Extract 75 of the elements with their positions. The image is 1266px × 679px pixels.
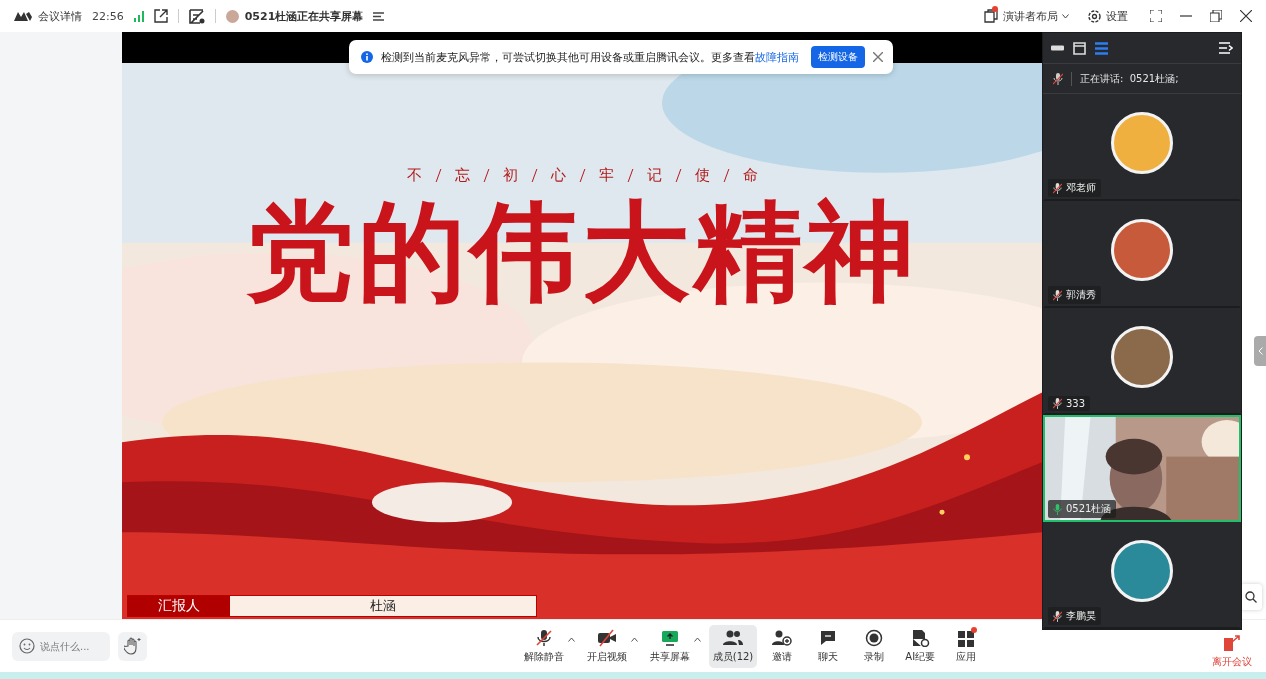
slogan-char: 忘 [454,166,470,185]
record-icon [864,628,885,647]
fullscreen-icon[interactable] [1150,10,1162,22]
chat-button[interactable]: 聊天 [807,624,850,668]
participant-name: 郭清秀 [1066,288,1096,302]
participant-tile[interactable]: 邓老师 [1043,94,1241,201]
slogan-char: 命 [742,166,758,185]
invite-icon [772,628,793,647]
troubleshoot-link[interactable]: 故障指南 [755,50,799,64]
speaking-text: 正在讲话: 0521杜涵; [1080,71,1179,86]
participant-tile[interactable]: 0521杜涵 [1043,415,1241,522]
mic-button[interactable]: 解除静音 [519,624,568,668]
collapse-icon[interactable] [1219,42,1233,54]
caret-icon[interactable] [693,636,701,642]
chat-input[interactable]: 说点什么... [12,631,110,661]
participant-name: 333 [1066,398,1086,409]
meeting-info-link[interactable]: 会议详情 [38,8,82,24]
participant-tile[interactable]: 333 [1043,308,1241,415]
slogan-char: 使 [694,166,710,185]
detect-device-button[interactable]: 检测设备 [811,46,865,68]
share-icon [659,628,680,647]
members-icon [723,628,743,647]
time-text: 22:56 [92,9,124,23]
close-icon[interactable] [1240,10,1252,22]
slogan-char: 牢 [598,166,614,185]
notes-button[interactable]: AI纪要 [899,624,942,668]
settings-button[interactable]: 设置 [1083,8,1132,24]
info-icon [361,51,373,63]
slogan-char: 不 [406,166,422,185]
caret-icon[interactable] [630,636,638,642]
invite-button[interactable]: 邀请 [761,624,804,668]
layout-icon [983,8,999,24]
apps-button[interactable]: 应用 [945,624,988,668]
window-view-icon[interactable] [1073,41,1086,55]
video-button[interactable]: 开启视频 [582,624,631,668]
list-view-icon[interactable] [1095,41,1108,55]
notes-icon [910,628,931,647]
presenter-label: 汇报人 [128,596,230,616]
layout-off-icon[interactable] [188,8,205,24]
logo-icon [14,11,32,21]
share-out-icon[interactable] [153,9,168,23]
menu-icon[interactable] [373,11,385,21]
emoji-icon [19,637,35,654]
share-button[interactable]: 共享屏幕 [645,624,694,668]
slogan-char: 记 [646,166,662,185]
participant-tile[interactable]: 李鹏昊 [1043,522,1241,629]
presenter-name: 杜涵 [230,596,536,616]
video-icon [596,628,617,647]
apps-icon [956,628,977,647]
muted-mic-icon [1053,72,1063,85]
caret-icon[interactable] [567,636,575,642]
record-button[interactable]: 录制 [853,624,896,668]
slide-title: 党的伟大精神 [246,187,918,316]
slogan-char: 心 [550,166,566,185]
slogan-char: 初 [502,166,518,185]
zoom-button[interactable] [1240,584,1262,610]
raise-hand-button[interactable] [118,631,147,661]
signal-icon [133,10,144,22]
layout-button[interactable]: 演讲者布局 [979,8,1073,24]
zoom-icon [1245,591,1257,603]
sharing-status-text: 0521杜涵正在共享屏幕 [244,8,364,24]
settings-icon [1087,8,1102,24]
chevron-left-icon [1257,347,1263,355]
participant-name: 李鹏昊 [1066,609,1096,623]
participant-name: 0521杜涵 [1066,502,1112,516]
exit-icon [1222,634,1242,652]
participant-tile[interactable]: 郭清秀 [1043,201,1241,308]
avatar [225,9,239,23]
hand-icon [123,637,142,655]
notice-text: 检测到当前麦克风异常，可尝试切换其他可用设备或重启腾讯会议。更多查看故障指南 [381,49,799,65]
caret-icon [1062,13,1069,19]
restore-icon[interactable] [1210,10,1222,22]
participant-name: 邓老师 [1066,181,1096,195]
leave-meeting-button[interactable]: 离开会议 [1210,634,1254,669]
members-button[interactable]: 成员(12) [708,624,758,668]
